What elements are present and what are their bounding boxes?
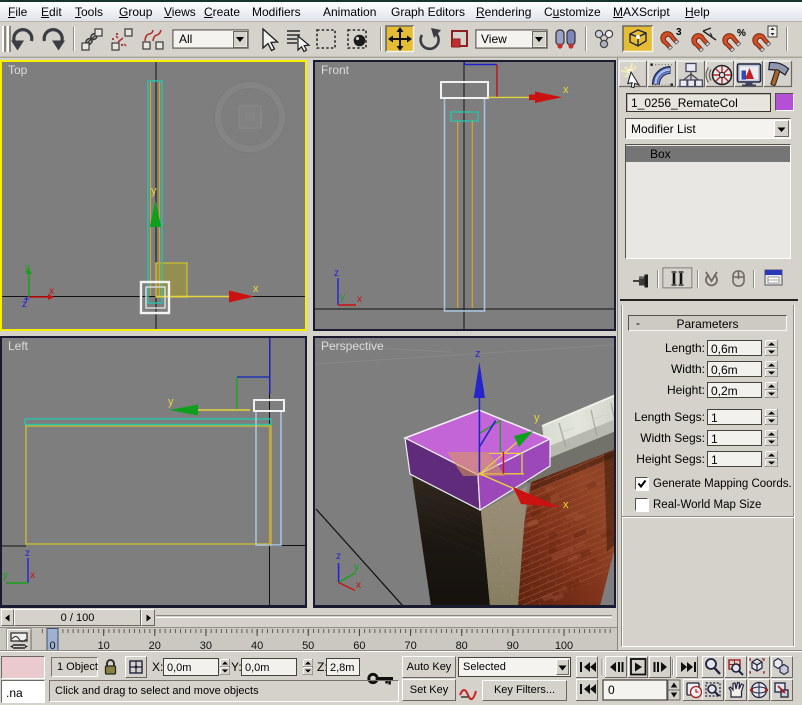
svg-text:x: x [563,84,569,96]
svg-text:y: y [340,292,345,303]
svg-text:0: 0 [608,683,615,697]
svg-text:3: 3 [676,27,682,38]
svg-text:y: y [534,412,540,424]
svg-text:y: y [151,185,157,197]
svg-text:Perspective: Perspective [321,339,384,353]
svg-text:Left: Left [8,339,29,353]
svg-text:x: x [356,580,361,591]
svg-text:z: z [334,268,339,279]
svg-text:x: x [30,570,35,581]
svg-text:y: y [354,562,359,573]
svg-text:Top: Top [8,63,28,77]
svg-text:y: y [168,396,174,408]
svg-text:y: y [25,262,30,273]
svg-text:x: x [253,283,259,295]
svg-text:All: All [179,32,192,46]
svg-text:%: % [737,28,746,39]
svg-text:z: z [475,348,481,360]
svg-text:x: x [49,286,54,297]
svg-text:x: x [563,499,569,511]
svg-text:x: x [357,294,362,305]
svg-text:y: y [3,570,8,581]
svg-text:z: z [336,551,341,562]
svg-text:z: z [25,548,30,559]
svg-text:Front: Front [321,63,350,77]
svg-text:View: View [481,32,507,46]
